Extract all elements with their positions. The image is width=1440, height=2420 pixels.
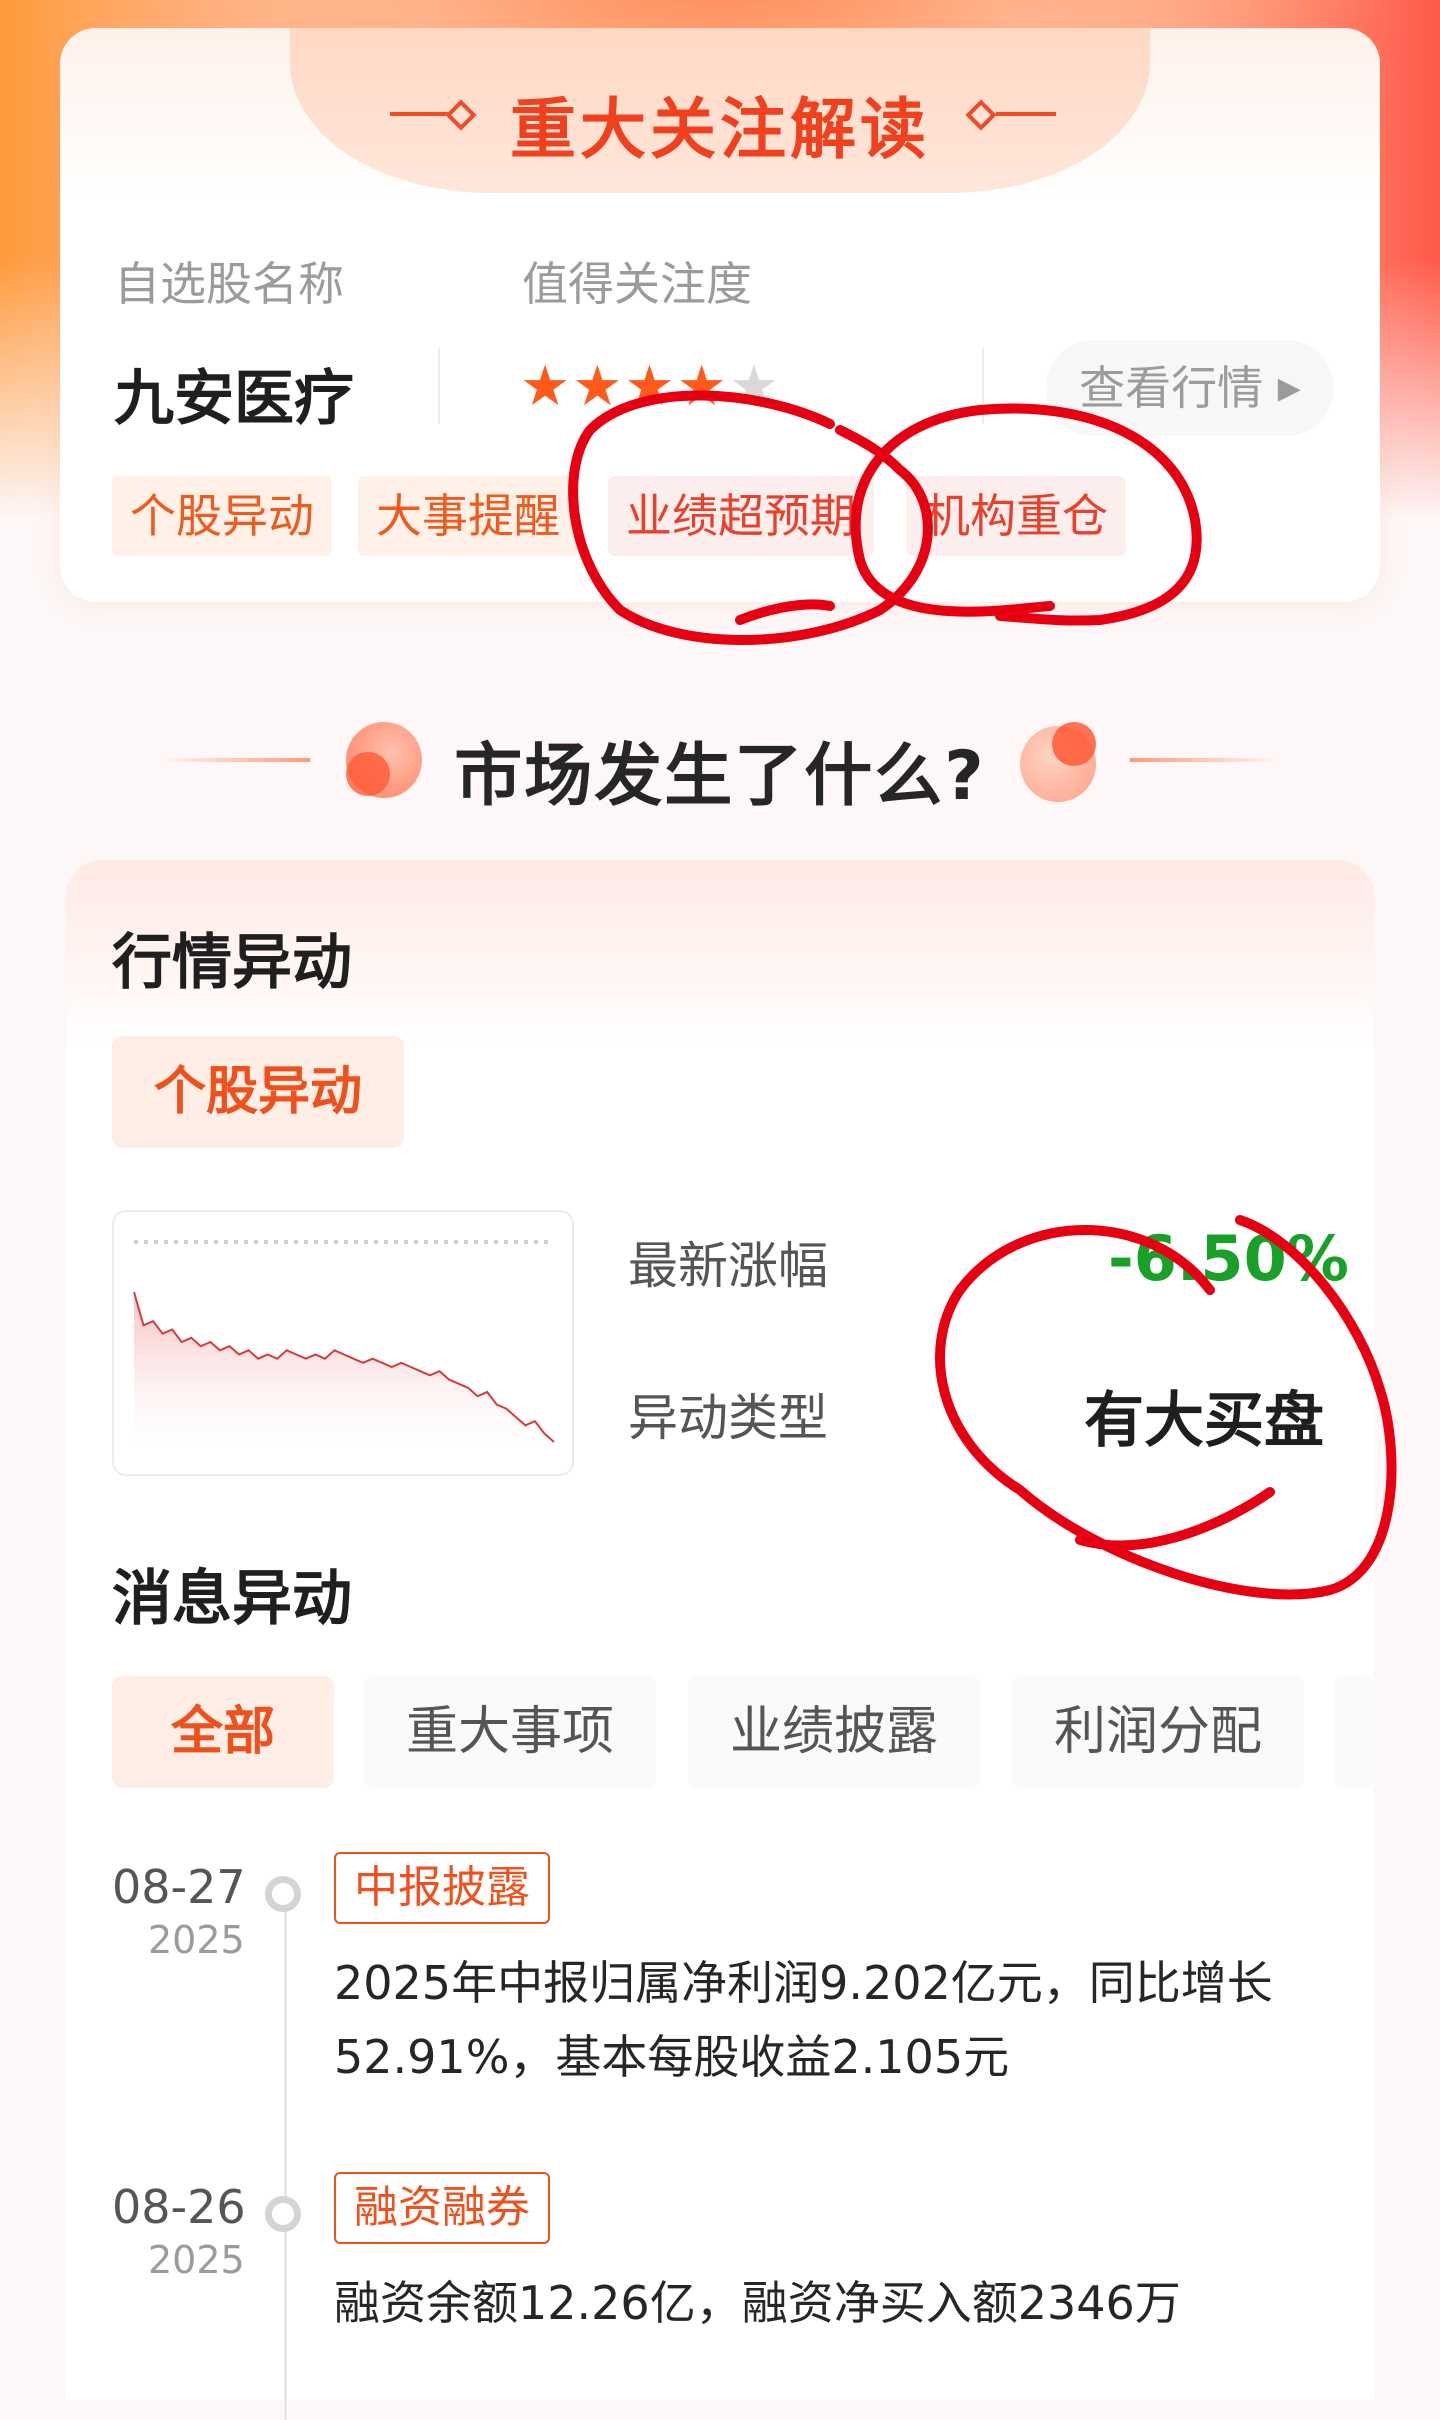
divider [982, 348, 984, 424]
timeline-dot-icon [265, 1876, 301, 1912]
tab-all[interactable]: 全部 [112, 1676, 334, 1788]
star-filled-icon: ★ [572, 354, 625, 419]
news-text[interactable]: 2025年中报归属净利润9.202亿元，同比增长 52.91%，基本每股收益2.… [334, 1946, 1314, 2094]
section-title: 市场发生了什么? [454, 737, 986, 816]
focus-banner: 重大关注解读 [290, 28, 1150, 193]
attention-rating: ★★★★★ [520, 354, 781, 419]
news-date: 08-26 [112, 2180, 246, 2234]
latest-change-label: 最新涨幅 [628, 1237, 828, 1295]
caret-right-icon: ▶ [1277, 371, 1301, 406]
market-card: 行情异动 个股异动 最新涨幅 -6.50% 异动类型 有大买盘 消息异动 全部 … [66, 860, 1374, 2420]
section-right-line [1130, 758, 1280, 762]
news-text-line: 2025年中报归属净利润9.202亿元，同比增长 [334, 1956, 1273, 2010]
col-name-label: 自选股名称 [114, 257, 344, 311]
tab-profit-distribution[interactable]: 利润分配 [1012, 1676, 1304, 1788]
news-tag[interactable]: 中报披露 [334, 1852, 550, 1924]
tag-institution-holding[interactable]: 机构重仓 [906, 476, 1126, 556]
chart-area [134, 1292, 554, 1452]
star-empty-icon: ★ [728, 354, 782, 419]
star-filled-icon: ★ [520, 354, 573, 419]
news-year: 2025 [148, 2238, 245, 2282]
news-date: 08-27 [112, 1860, 246, 1914]
latest-change-value: -6.50% [1108, 1222, 1349, 1295]
market-move-heading: 行情异动 [112, 928, 352, 998]
tab-earnings-disclosure[interactable]: 业绩披露 [688, 1676, 980, 1788]
focus-card: 重大关注解读 自选股名称 值得关注度 九安医疗 ★★★★★ 查看行情 ▶ 个股异… [60, 28, 1380, 602]
news-heading: 消息异动 [112, 1564, 352, 1634]
stock-name[interactable]: 九安医疗 [114, 350, 354, 437]
timeline-line [284, 1900, 287, 2420]
intraday-chart-svg [133, 1240, 555, 1452]
timeline-dot-icon [265, 2196, 301, 2232]
intraday-chart[interactable] [112, 1210, 574, 1476]
market-subtag[interactable]: 个股异动 [112, 1036, 404, 1148]
tag-event-reminder[interactable]: 大事提醒 [358, 476, 578, 556]
news-text-line: 52.91%，基本每股收益2.105元 [334, 2030, 1010, 2084]
banner-right-line [996, 112, 1056, 116]
move-type-value: 有大买盘 [1084, 1386, 1324, 1456]
tab-more-partial[interactable] [1334, 1676, 1374, 1788]
col-attention-label: 值得关注度 [522, 257, 752, 311]
news-text[interactable]: 融资余额12.26亿，融资净买入额2346万 [334, 2266, 1314, 2340]
annotation-stroke [735, 599, 835, 625]
view-quote-label: 查看行情 [1079, 361, 1264, 415]
focus-card-title: 重大关注解读 [510, 91, 930, 168]
tab-major-events[interactable]: 重大事项 [364, 1676, 656, 1788]
news-tag[interactable]: 融资融券 [334, 2172, 550, 2244]
move-type-label: 异动类型 [628, 1389, 828, 1447]
star-filled-icon: ★ [624, 354, 677, 419]
right-bubble-icon-small [1052, 722, 1096, 766]
view-quote-button[interactable]: 查看行情 ▶ [1046, 340, 1334, 436]
news-text-line: 融资余额12.26亿，融资净买入额2346万 [334, 2276, 1181, 2330]
news-year: 2025 [148, 1918, 245, 1962]
star-filled-icon: ★ [676, 354, 729, 419]
tag-stock-move[interactable]: 个股异动 [112, 476, 332, 556]
tag-earnings-beat[interactable]: 业绩超预期 [608, 476, 874, 556]
divider [438, 348, 440, 424]
